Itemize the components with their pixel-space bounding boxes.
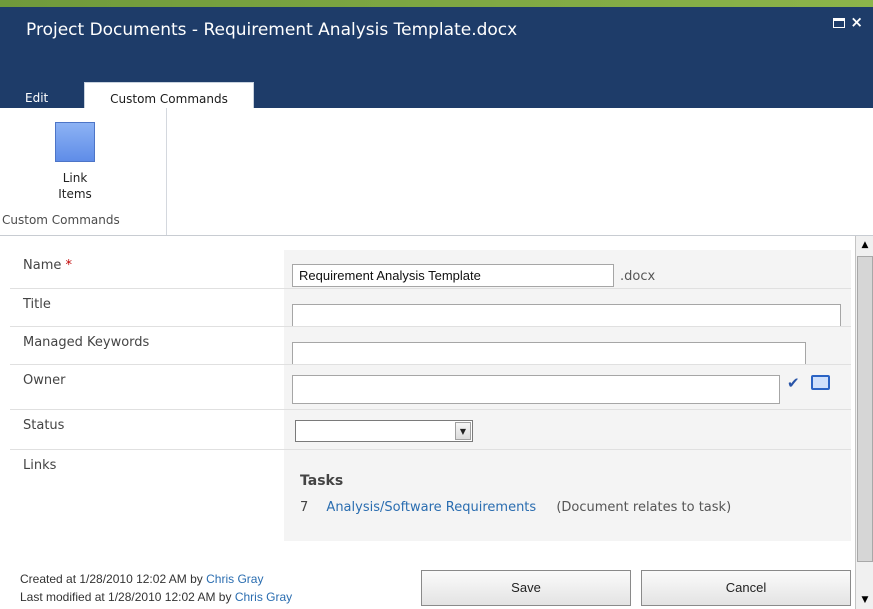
form-row-status: Status ▼ <box>10 409 851 449</box>
scroll-up-icon[interactable]: ▲ <box>857 237 873 253</box>
scroll-down-icon[interactable]: ▼ <box>857 592 873 608</box>
title-input[interactable] <box>292 304 841 327</box>
form-row-name: Name * .docx <box>10 250 851 288</box>
vertical-scrollbar[interactable]: ▲ ▼ <box>855 236 873 609</box>
dialog-title: Project Documents - Requirement Analysis… <box>26 20 518 40</box>
form-row-links: Links Tasks 7 Analysis/Software Requirem… <box>10 449 851 541</box>
cancel-button[interactable]: Cancel <box>641 570 851 606</box>
save-button[interactable]: Save <box>421 570 631 606</box>
link-items-icon <box>55 122 95 162</box>
task-link[interactable]: Analysis/Software Requirements <box>326 500 536 515</box>
form-row-title: Title <box>10 288 851 327</box>
status-select[interactable]: ▼ <box>295 420 473 442</box>
form-row-owner: Owner ✔ <box>10 364 851 409</box>
managed-keywords-input[interactable] <box>292 342 806 365</box>
check-names-icon[interactable]: ✔ <box>787 374 800 392</box>
file-extension: .docx <box>620 269 656 284</box>
link-items-label: Link Items <box>58 171 92 201</box>
close-icon[interactable]: × <box>850 15 863 30</box>
created-info: Created at 1/28/2010 12:02 AM by Chris G… <box>20 572 264 586</box>
ribbon-group-custom-commands: Link Items Custom Commands <box>0 108 167 235</box>
top-accent-strip <box>0 0 873 7</box>
chevron-down-icon[interactable]: ▼ <box>455 422 471 440</box>
managed-keywords-label: Managed Keywords <box>23 335 150 350</box>
ribbon: Link Items Custom Commands <box>0 108 873 236</box>
owner-input[interactable] <box>292 375 780 404</box>
modified-by-link[interactable]: Chris Gray <box>235 590 292 604</box>
required-marker: * <box>65 258 73 273</box>
owner-label: Owner <box>23 373 66 388</box>
task-id: 7 <box>300 500 309 515</box>
maximize-icon[interactable] <box>833 18 845 28</box>
links-label: Links <box>23 458 57 473</box>
task-item: 7 Analysis/Software Requirements (Docume… <box>300 500 731 515</box>
dialog-footer: Created at 1/28/2010 12:02 AM by Chris G… <box>0 567 855 609</box>
dialog-title-bar: Project Documents - Requirement Analysis… <box>0 7 873 115</box>
task-description: (Document relates to task) <box>556 500 732 515</box>
title-label: Title <box>23 297 51 312</box>
status-label: Status <box>23 418 65 433</box>
tasks-heading: Tasks <box>300 473 344 489</box>
created-by-link[interactable]: Chris Gray <box>206 572 263 586</box>
scroll-thumb[interactable] <box>857 256 873 562</box>
link-items-button[interactable]: Link Items <box>40 118 110 206</box>
name-label: Name * <box>23 258 72 273</box>
address-book-icon[interactable] <box>811 375 830 390</box>
name-input[interactable] <box>292 264 614 287</box>
form-row-managed-keywords: Managed Keywords <box>10 326 851 365</box>
modified-info: Last modified at 1/28/2010 12:02 AM by C… <box>20 590 293 604</box>
properties-form: Name * .docx Title Managed Keywords Owne… <box>0 236 855 567</box>
ribbon-group-label: Custom Commands <box>2 213 120 227</box>
